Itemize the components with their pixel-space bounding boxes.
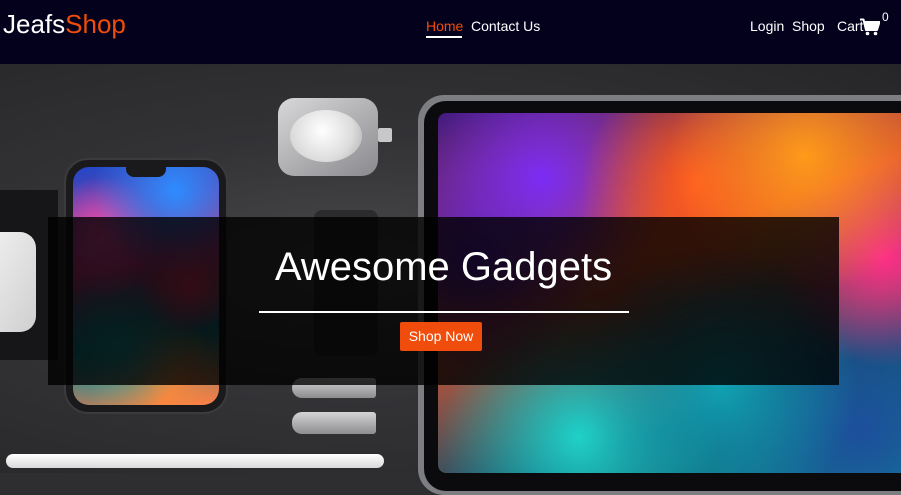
phone-notch xyxy=(126,167,166,177)
nav-shop-link[interactable]: Shop xyxy=(792,18,825,34)
active-nav-underline xyxy=(426,36,462,38)
nav-contact-link[interactable]: Contact Us xyxy=(471,18,540,34)
stylus-image xyxy=(6,454,384,468)
brand-name-part1: Jeafs xyxy=(3,9,66,39)
shop-now-button[interactable]: Shop Now xyxy=(400,322,482,351)
navbar: JeafsShop Home Contact Us Login Shop Car… xyxy=(0,0,901,64)
cart-icon[interactable] xyxy=(860,18,881,36)
cart-count-badge: 0 xyxy=(882,10,889,24)
hero-divider xyxy=(259,311,629,313)
watch-charger-disc xyxy=(290,110,362,162)
brand-name-part2: Shop xyxy=(65,9,126,39)
hero-caption-panel xyxy=(48,217,839,385)
usb-drive-image xyxy=(292,412,376,434)
nav-home-link[interactable]: Home xyxy=(426,18,463,34)
nav-login-link[interactable]: Login xyxy=(750,18,784,34)
brand-logo[interactable]: JeafsShop xyxy=(3,10,126,38)
hero-title: Awesome Gadgets xyxy=(274,245,613,289)
watch-charger-plug xyxy=(378,128,392,142)
